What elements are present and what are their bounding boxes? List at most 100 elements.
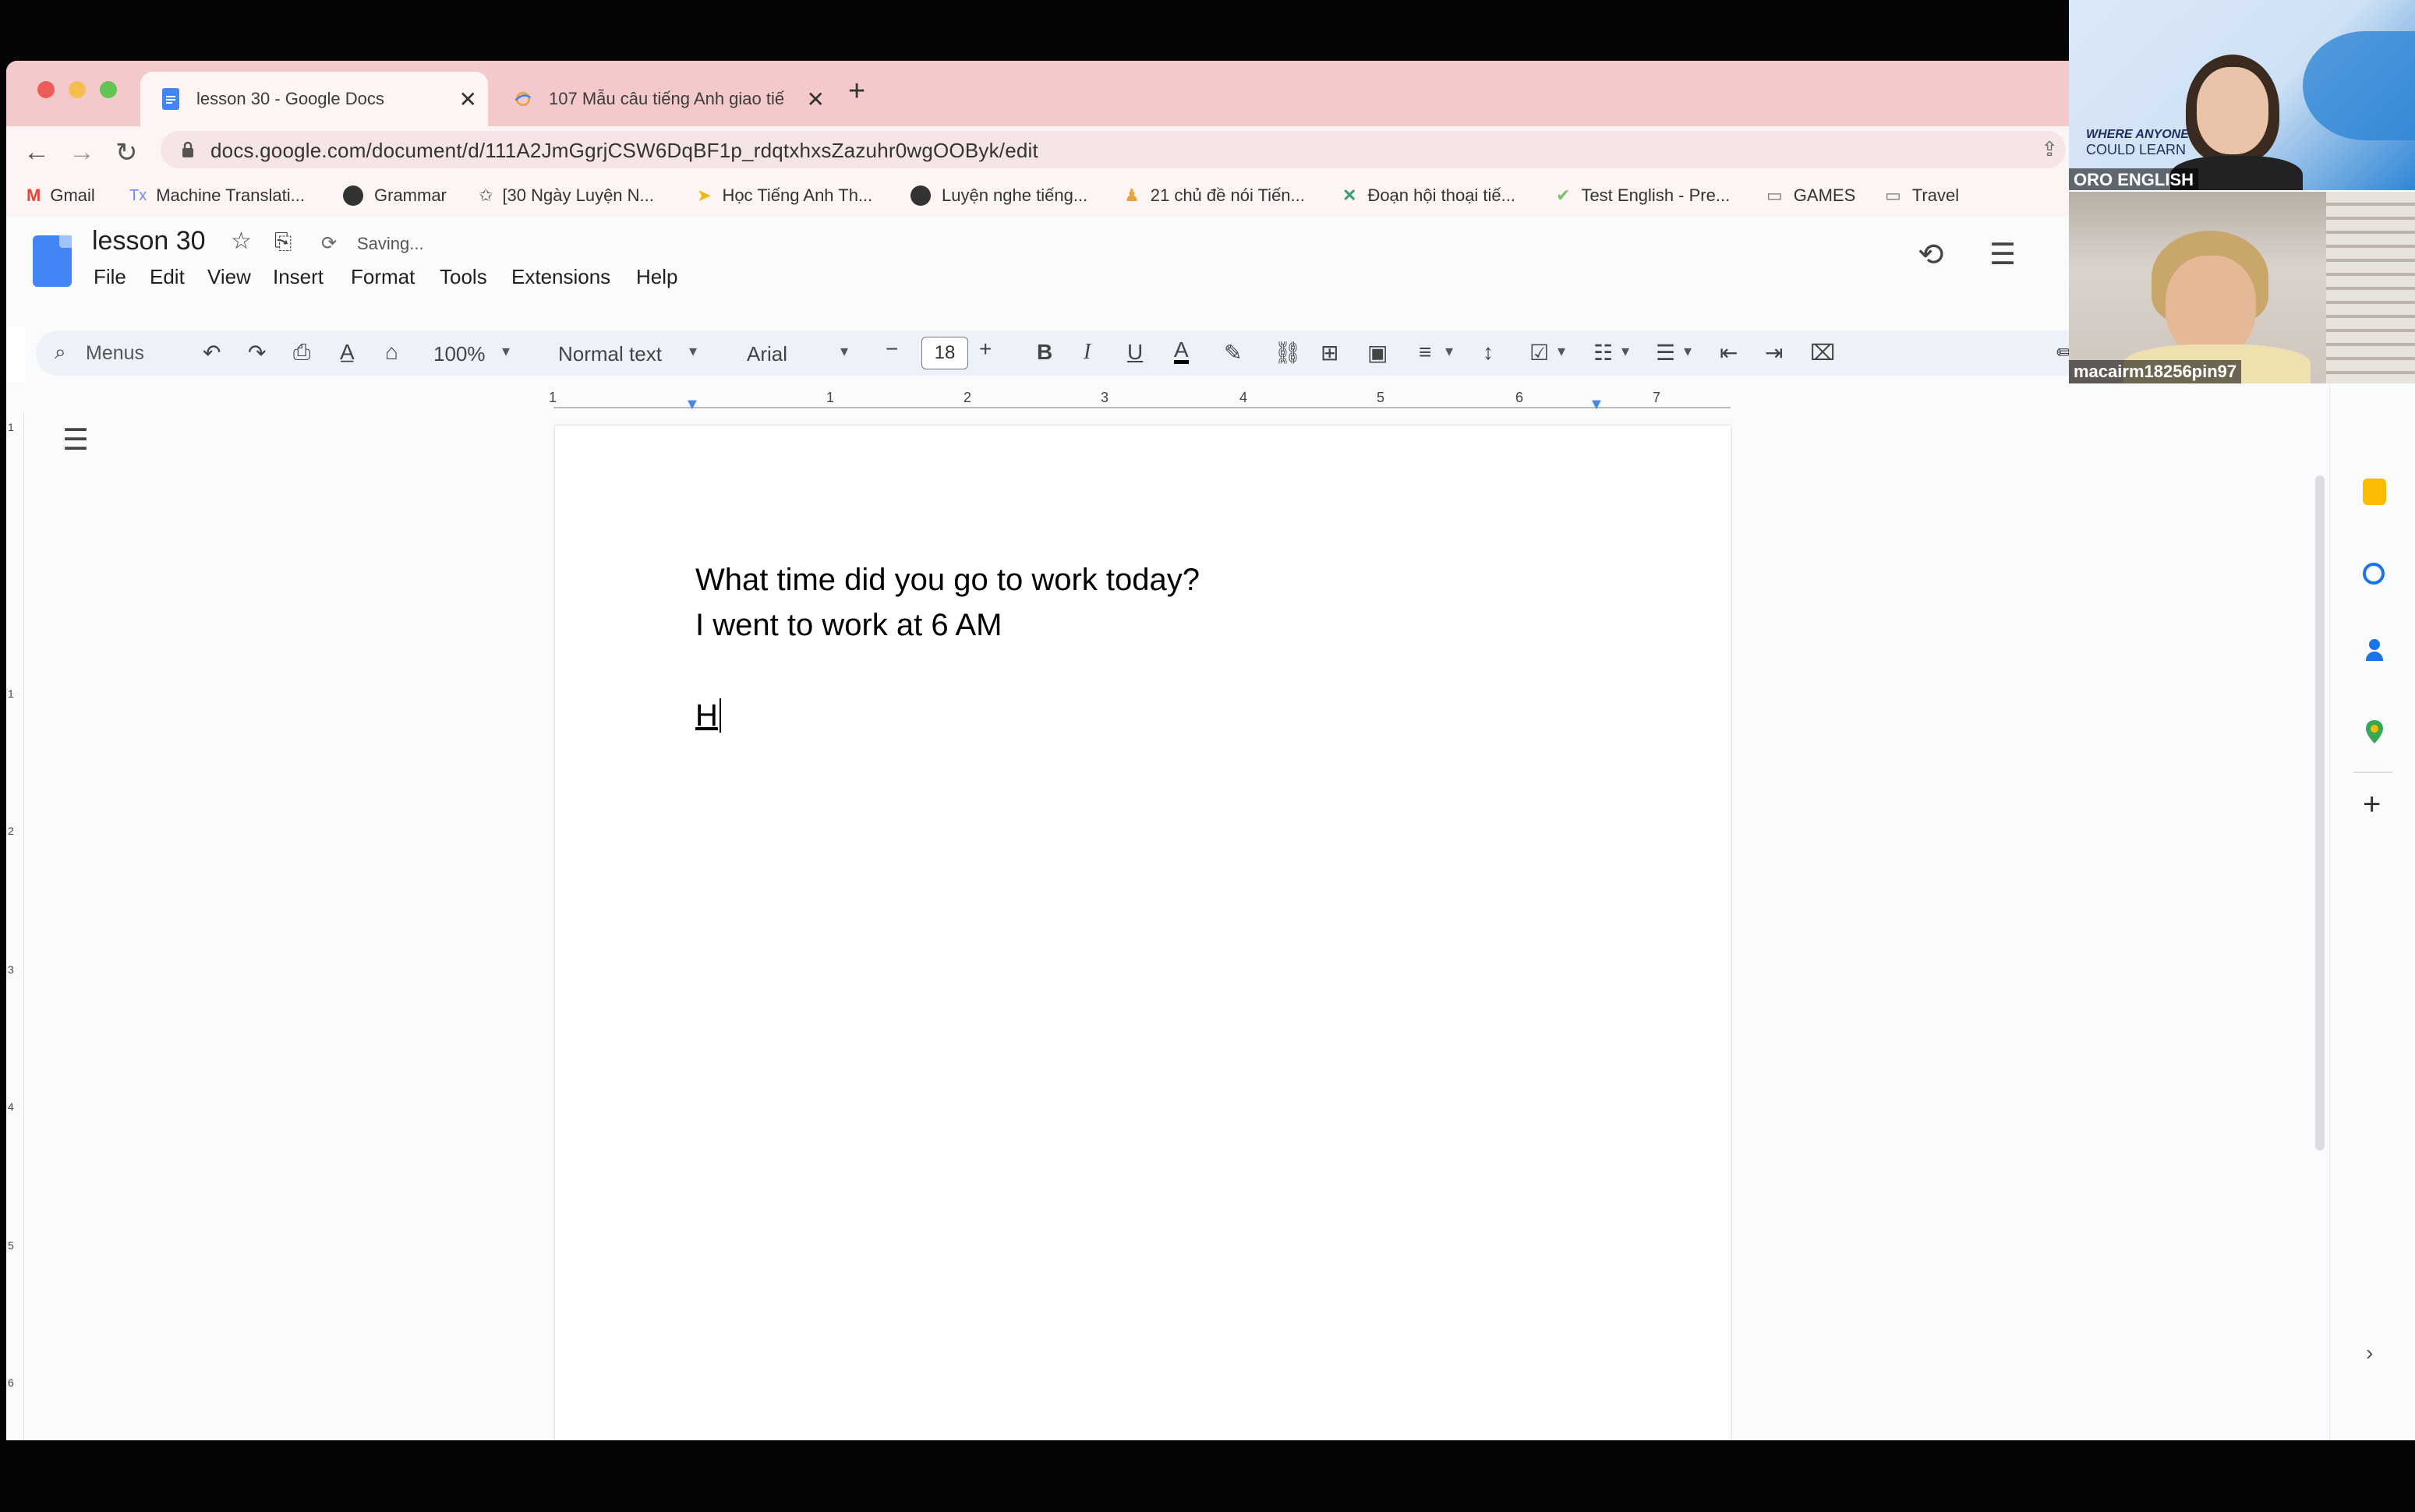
video-tile-teacher[interactable]: WHERE ANYONE COULD LEARN ORO ENGLISH [2069,0,2415,190]
bookmark-hoc-tieng-anh[interactable]: ➤ Học Tiếng Anh Th... [697,185,872,206]
insert-image-icon[interactable]: ▣ [1367,340,1388,366]
person-icon: ♟ [1124,185,1140,205]
decrease-font-size-icon[interactable]: − [886,337,898,362]
menu-extensions[interactable]: Extensions [511,265,610,289]
bookmark-machine-translation[interactable]: Tx Machine Translati... [129,185,305,206]
underline-icon[interactable]: U [1127,340,1143,365]
document-outline-icon[interactable]: ☰ [62,422,89,457]
document-canvas: 1 1 2 3 4 5 6 7 ▼ ▼ 1 1 2 3 4 5 6 ☰ What… [6,382,2415,1440]
menu-help[interactable]: Help [636,265,677,289]
tab-label: 107 Mẫu câu tiếng Anh giao tiế [549,89,785,108]
bold-icon[interactable]: B [1037,340,1052,365]
maps-icon[interactable] [2366,720,2383,744]
tab-label: lesson 30 - Google Docs [196,89,384,108]
google-docs-logo-icon[interactable] [33,235,72,287]
brand-line-1: WHERE ANYONE [2086,128,2189,141]
back-icon[interactable]: ← [23,137,50,168]
font-size-input[interactable]: 18 [921,337,968,369]
minimize-window-button[interactable] [69,81,86,98]
paragraph-line-1[interactable]: What time did you go to work today? [695,563,1200,598]
reload-icon[interactable]: ↻ [115,137,138,168]
bookmark-luyen-nghe[interactable]: Luyện nghe tiếng... [910,185,1087,206]
comments-icon[interactable]: ☰ [1989,237,2016,272]
italic-icon[interactable]: I [1084,340,1091,365]
bookmark-test-english[interactable]: ✔ Test English - Pre... [1556,185,1730,206]
bookmark-30-ngay[interactable]: ✩ [30 Ngày Luyện N... [479,185,654,206]
menu-edit[interactable]: Edit [150,265,185,289]
participant-name: ORO ENGLISH [2069,168,2199,190]
bookmark-21-chu-de[interactable]: ♟ 21 chủ đề nói Tiến... [1124,185,1305,206]
teacher-face [2197,67,2268,154]
bookmark-travel-folder[interactable]: ▭ Travel [1885,185,1959,206]
add-comment-icon[interactable]: ⊞ [1321,340,1338,366]
menu-view[interactable]: View [207,265,251,289]
vertical-ruler: 1 1 2 3 4 5 6 [6,413,24,1440]
add-addon-icon[interactable]: + [2363,787,2381,822]
text-color-icon[interactable]: A [1174,339,1189,364]
paint-format-icon[interactable]: ⌂ [385,340,398,365]
redo-icon[interactable]: ↷ [248,340,266,366]
chevron-down-icon: ▾ [840,343,849,360]
translate-icon: Tx [129,186,147,204]
undo-icon[interactable]: ↶ [203,340,221,366]
keep-icon[interactable] [2363,479,2386,505]
menus-search[interactable]: Menus [86,342,144,365]
clear-formatting-icon[interactable]: ⌧ [1810,340,1835,366]
new-tab-button[interactable]: + [848,75,865,108]
print-icon[interactable]: ⎙ [293,340,310,366]
version-history-icon[interactable]: ⟲ [1918,237,1944,273]
highlight-color-icon[interactable]: ✎ [1224,340,1242,366]
scrollbar-thumb[interactable] [2315,475,2325,1150]
menu-format[interactable]: Format [351,265,415,289]
decrease-indent-icon[interactable]: ⇤ [1720,340,1738,366]
video-tile-student[interactable]: macairm18256pin97 [2069,192,2415,383]
move-folder-icon[interactable]: ⎘ [274,229,292,255]
bulleted-list-icon[interactable]: ☷ [1593,340,1613,366]
increase-font-size-icon[interactable]: + [979,337,992,362]
menu-tools[interactable]: Tools [440,265,487,289]
left-indent-marker[interactable]: ▼ [684,396,700,414]
arrow-icon: ➤ [697,185,712,205]
paragraph-style-select[interactable]: Normal text [558,342,662,366]
right-indent-marker[interactable]: ▼ [1589,396,1604,414]
participant-name: macairm18256pin97 [2069,360,2242,383]
tab-lesson-30[interactable]: lesson 30 - Google Docs ✕ [140,72,488,126]
tab-107-mau-cau[interactable]: 107 Mẫu câu tiếng Anh giao tiế ✕ [493,72,836,126]
chevron-down-icon: ▾ [689,343,698,360]
zoom-select[interactable]: 100% [433,342,486,366]
menu-file[interactable]: File [94,265,126,289]
bookmark-gmail[interactable]: M Gmail [27,185,95,206]
omnibox[interactable]: docs.google.com/document/d/111A2JmGgrjCS… [161,131,2066,168]
document-title[interactable]: lesson 30 [92,226,206,256]
maximize-window-button[interactable] [100,81,117,98]
share-icon[interactable]: ⇪ [2041,137,2058,161]
close-window-button[interactable] [37,81,55,98]
text-cursor: ​ [719,698,721,733]
paragraph-line-2[interactable]: I went to work at 6 AM [695,608,1002,643]
spellcheck-icon[interactable]: A̲ [340,340,355,365]
student-face [2166,256,2256,357]
line-spacing-icon[interactable]: ↕ [1483,340,1494,365]
insert-link-icon[interactable]: ⛓ [1274,340,1302,366]
checklist-icon[interactable]: ☑ [1529,340,1549,366]
bookmark-doan-hoi-thoai[interactable]: ✕ Đoạn hội thoại tiế... [1342,185,1515,206]
close-tab-icon[interactable]: ✕ [459,87,477,112]
menu-insert[interactable]: Insert [273,265,324,289]
show-side-panel-icon[interactable]: › [2366,1341,2373,1365]
close-tab-icon[interactable]: ✕ [807,87,825,112]
bookmark-grammar[interactable]: Grammar [343,185,447,206]
align-left-icon[interactable]: ≡ [1419,340,1431,365]
search-icon[interactable]: ⌕ [55,340,66,365]
contacts-icon[interactable] [2366,639,2383,662]
document-page[interactable]: What time did you go to work today? I we… [555,426,1731,1440]
tasks-icon[interactable] [2363,563,2385,585]
paragraph-line-3[interactable]: H​ [695,698,721,733]
docs-header: lesson 30 ☆ ⎘ ⟳ Saving... File Edit View… [6,217,2415,326]
star-icon[interactable]: ☆ [231,228,252,255]
increase-indent-icon[interactable]: ⇥ [1765,340,1783,366]
numbered-list-icon[interactable]: ☰ [1656,340,1675,366]
forward-icon[interactable]: → [69,137,95,168]
gmail-icon: M [27,185,41,205]
bookmark-games-folder[interactable]: ▭ GAMES [1766,185,1855,206]
font-select[interactable]: Arial [747,342,787,366]
